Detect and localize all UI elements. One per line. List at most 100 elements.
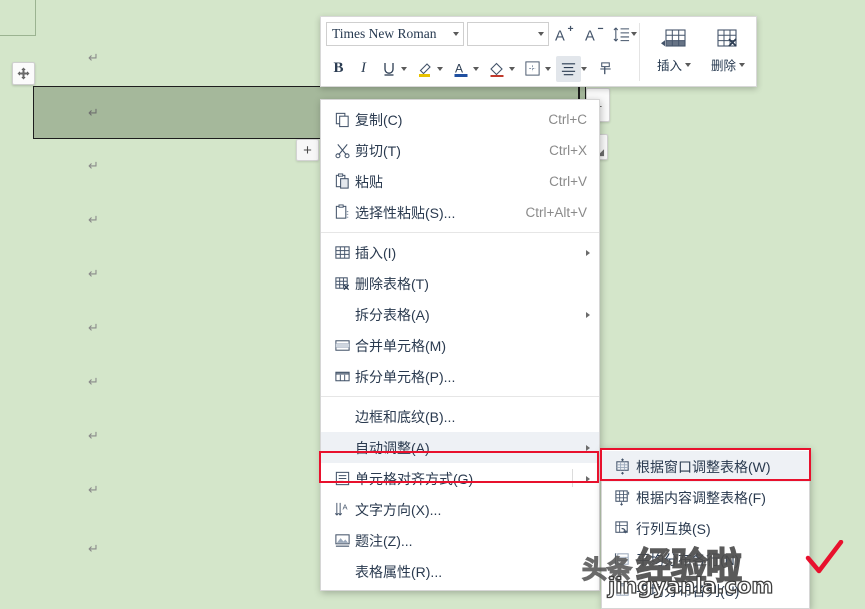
submenu-item-fit-content[interactable]: 根据内容调整表格(F): [602, 482, 809, 513]
format-painter-icon: [600, 62, 611, 75]
menu-item-cell-alignment[interactable]: 单元格对齐方式(G): [321, 463, 599, 494]
chevron-down-icon[interactable]: [581, 66, 587, 71]
menu-item-cut[interactable]: 剪切(T) Ctrl+X: [321, 135, 599, 166]
font-name-combobox[interactable]: Times New Roman: [326, 22, 464, 46]
bold-label: B: [333, 60, 344, 76]
menu-item-paste-special[interactable]: 选择性粘贴(S)... Ctrl+Alt+V: [321, 197, 599, 228]
plus-icon: +: [303, 141, 312, 159]
italic-button[interactable]: I: [351, 56, 376, 82]
submenu-item-transpose[interactable]: 行列互换(S): [602, 513, 809, 544]
menu-item-label: 拆分表格(A): [355, 306, 430, 323]
menu-item-label: 单元格对齐方式(G): [355, 470, 474, 487]
menu-item-label: 自动调整(A): [355, 439, 430, 456]
highlighter-icon: [418, 62, 431, 77]
insert-row-plus-button[interactable]: +: [296, 139, 319, 161]
menu-item-caption[interactable]: 题注(Z)...: [321, 525, 599, 556]
menu-item-label: 复制(C): [355, 111, 403, 128]
menu-item-autofit[interactable]: 自动调整(A): [321, 432, 599, 463]
menu-item-label: 边框和底纹(B)...: [355, 408, 456, 425]
submenu-item-distribute-rows[interactable]: 平均分布各行(N): [602, 544, 809, 575]
chevron-down-icon: [538, 32, 544, 36]
submenu-arrow-icon: [586, 311, 590, 318]
delete-table-label: 删除: [710, 59, 736, 73]
menu-separator: [321, 232, 599, 233]
cell-align-icon: [329, 470, 355, 487]
paste-icon: [329, 173, 355, 190]
menu-item-borders-shading[interactable]: 边框和底纹(B)...: [321, 401, 599, 432]
bold-button[interactable]: B: [326, 56, 351, 82]
highlight-button[interactable]: [412, 56, 437, 82]
text-direction-icon: A: [329, 501, 355, 518]
menu-separator: [321, 396, 599, 397]
menu-item-accel: Ctrl+V: [549, 174, 587, 189]
font-color-button[interactable]: A: [448, 56, 473, 82]
paragraph-mark: ↵: [88, 542, 99, 557]
line-spacing-button[interactable]: [609, 21, 634, 47]
menu-item-label: 合并单元格(M): [355, 337, 446, 354]
paragraph-mark: ↵: [88, 213, 99, 228]
borders-icon: [525, 61, 540, 76]
shrink-font-button[interactable]: A: [579, 21, 609, 47]
font-size-combobox[interactable]: [467, 22, 549, 46]
svg-text:A: A: [342, 503, 348, 512]
menu-item-label: 粘贴: [355, 173, 383, 190]
menu-item-table-properties[interactable]: 表格属性(R)...: [321, 556, 599, 587]
submenu-item-label: 平均分布各行(N): [636, 551, 740, 568]
delete-table-label-wrap: 删除: [711, 55, 745, 74]
menu-item-delete-table[interactable]: 删除表格(T): [321, 268, 599, 299]
chevron-down-icon: [739, 62, 745, 67]
chevron-down-icon[interactable]: [473, 66, 479, 71]
underline-icon: [383, 62, 394, 76]
submenu-arrow-icon: [586, 249, 590, 256]
borders-button[interactable]: [520, 56, 545, 82]
fit-window-icon: [609, 458, 636, 475]
cut-icon: [329, 142, 355, 159]
submenu-item-label: 根据窗口调整表格(W): [636, 458, 771, 475]
chevron-down-icon[interactable]: [509, 66, 515, 71]
paragraph-mark: ↵: [88, 159, 99, 174]
distribute-columns-icon: [609, 582, 636, 599]
align-button[interactable]: [556, 55, 581, 82]
paragraph-mark: ↵: [88, 483, 99, 498]
autofit-submenu: 根据窗口调整表格(W) 根据内容调整表格(F) 行列互换(S) 平均分布各行(N…: [601, 448, 810, 609]
split-cells-icon: [329, 368, 355, 385]
delete-table-button[interactable]: 删除: [702, 20, 754, 82]
submenu-item-fit-window[interactable]: 根据窗口调整表格(W): [602, 451, 809, 482]
paragraph-mark: ↵: [88, 267, 99, 282]
menu-item-copy[interactable]: 复制(C) Ctrl+C: [321, 104, 599, 135]
caption-icon: [329, 532, 355, 549]
grow-font-button[interactable]: A: [549, 21, 579, 47]
submenu-item-distribute-columns[interactable]: 平均分布各列(U): [602, 575, 809, 606]
chevron-down-icon[interactable]: [401, 66, 407, 71]
table-move-handle[interactable]: [12, 62, 35, 85]
insert-table-button[interactable]: 插入: [648, 20, 700, 82]
underline-button[interactable]: [376, 56, 401, 82]
insert-table-icon: [329, 244, 355, 261]
menu-item-merge-cells[interactable]: 合并单元格(M): [321, 330, 599, 361]
menu-item-insert[interactable]: 插入(I): [321, 237, 599, 268]
font-color-icon: A: [454, 61, 467, 77]
chevron-down-icon: [685, 62, 691, 67]
menu-item-accel: Ctrl+Alt+V: [525, 205, 587, 220]
table-context-menu: 复制(C) Ctrl+C 剪切(T) Ctrl+X 粘贴 Ctrl+V 选择性粘…: [320, 99, 600, 591]
shading-button[interactable]: [484, 56, 509, 82]
menu-item-split-table[interactable]: 拆分表格(A): [321, 299, 599, 330]
chevron-down-icon: [453, 32, 459, 36]
paragraph-mark: ↵: [88, 429, 99, 444]
chevron-down-icon[interactable]: [437, 66, 443, 71]
menu-item-split-cells[interactable]: 拆分单元格(P)...: [321, 361, 599, 392]
svg-text:A: A: [585, 28, 595, 43]
fit-content-icon: [609, 489, 636, 506]
menu-item-label: 题注(Z)...: [355, 532, 413, 549]
paragraph-mark: ↵: [88, 321, 99, 336]
chevron-down-icon[interactable]: [545, 66, 551, 71]
menu-item-paste[interactable]: 粘贴 Ctrl+V: [321, 166, 599, 197]
line-spacing-icon: [613, 27, 630, 41]
submenu-item-label: 根据内容调整表格(F): [636, 489, 766, 506]
format-painter-button[interactable]: [593, 56, 618, 82]
menu-item-text-direction[interactable]: A 文字方向(X)...: [321, 494, 599, 525]
menu-item-label: 删除表格(T): [355, 275, 429, 292]
menu-item-label: 表格属性(R)...: [355, 563, 443, 580]
move-cross-icon: [17, 67, 30, 80]
submenu-arrow-icon: [586, 444, 590, 451]
